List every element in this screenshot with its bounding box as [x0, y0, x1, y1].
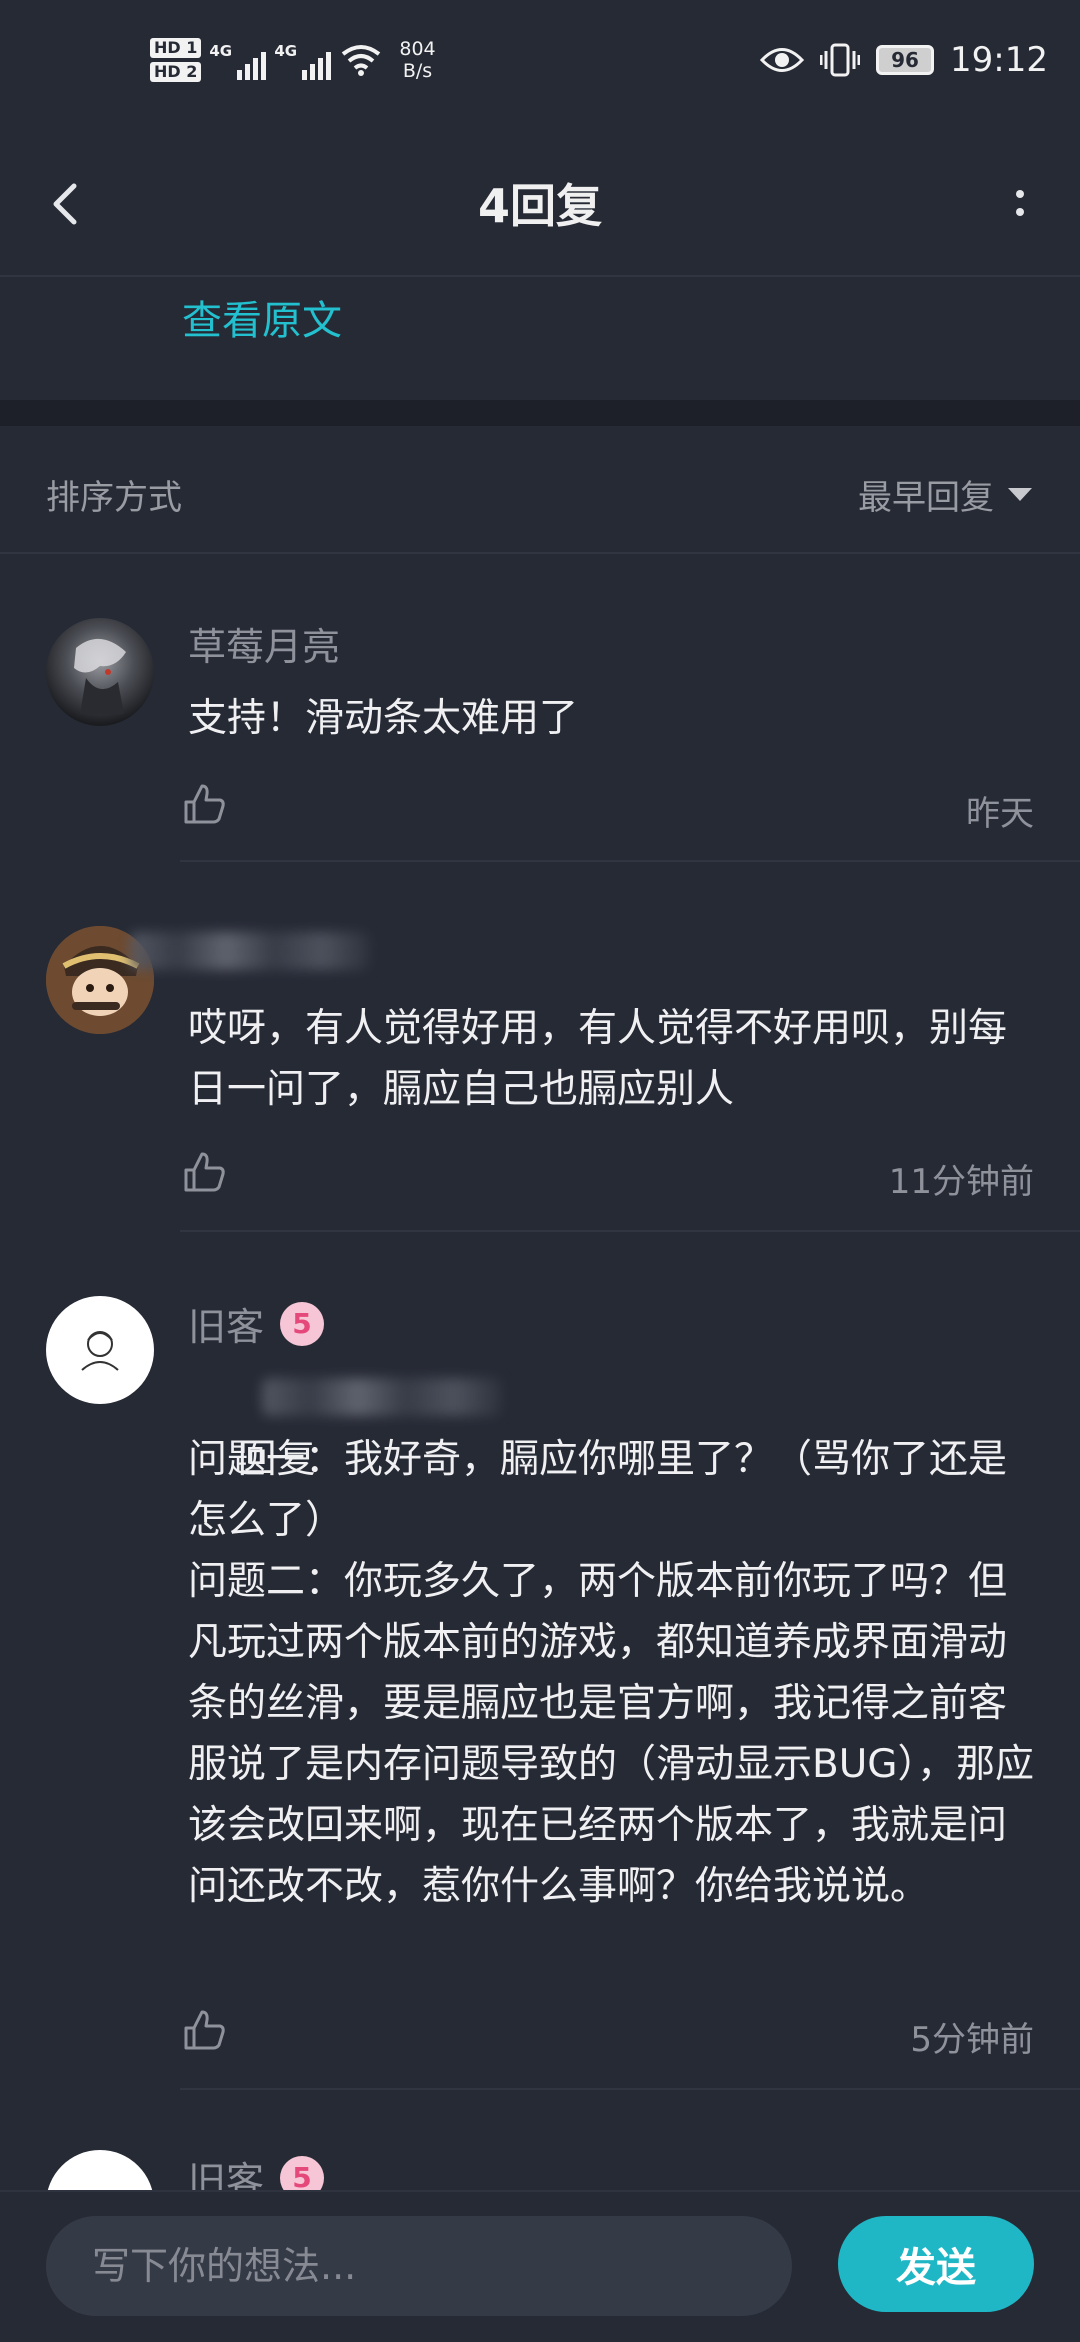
title-bar: 4回复: [0, 130, 1080, 277]
blurred-username: [130, 932, 370, 970]
hd2-badge: HD 2: [150, 62, 202, 82]
sort-bar: 排序方式 最早回复: [0, 426, 1080, 554]
view-original-link[interactable]: 查看原文: [182, 288, 342, 346]
signal-icon: 4G: [209, 40, 267, 80]
page-title: 4回复: [477, 179, 602, 233]
level-badge: 5: [280, 2155, 325, 2190]
speed-value: 804: [399, 38, 436, 60]
network-type-2: 4G: [274, 42, 298, 60]
clock: 19:12: [950, 40, 1048, 80]
network-speed: 804 B/s: [399, 38, 435, 82]
comment-author[interactable]: 旧客 5: [188, 2150, 325, 2190]
vibrate-icon: [820, 43, 861, 77]
comment-text: 哎呀，有人觉得好用，有人觉得不好用呗，别每日一问了，膈应自己也膈应别人: [188, 1006, 1008, 1112]
sort-dropdown[interactable]: 最早回复: [858, 470, 1032, 519]
comment-item: 旧客 5: [0, 2090, 1080, 2190]
comment-input[interactable]: [46, 2216, 792, 2316]
comment-time: 5分钟前: [910, 2020, 1034, 2060]
blurred-reply-target: [262, 1378, 502, 1416]
comment-time: 11分钟前: [888, 1162, 1034, 1202]
wifi-icon: [342, 45, 381, 76]
thumbs-up-icon[interactable]: [182, 782, 226, 826]
send-button[interactable]: 发送: [838, 2216, 1034, 2312]
network-type-1: 4G: [209, 42, 233, 60]
avatar[interactable]: [46, 1296, 154, 1404]
comment-time: 昨天: [966, 794, 1034, 834]
comment-text: 问题一：我好奇，膈应你哪里了？（骂你了还是怎么了） 问题二：你玩多久了，两个版本…: [188, 1437, 1035, 1909]
thumbs-up-icon[interactable]: [182, 2008, 226, 2052]
sort-label: 排序方式: [46, 478, 182, 518]
hd-indicators: HD 1 HD 2: [150, 38, 202, 82]
comment-item: 旧客 5 回复 问题一：我好奇，膈应你哪里了？（骂你了还是怎么了） 问题二：你玩…: [0, 1232, 1080, 2090]
author-name: 草莓月亮: [188, 625, 341, 669]
level-badge: 5: [280, 1301, 325, 1346]
status-bar: HD 1 HD 2 4G 4G 804 B/s 96 19:12: [0, 0, 1080, 130]
comment-input-wrapper: [46, 2216, 792, 2316]
comment-text: 支持！滑动条太难用了: [188, 696, 579, 741]
avatar[interactable]: [46, 2150, 154, 2190]
avatar[interactable]: [46, 618, 154, 726]
author-name: 旧客: [188, 1305, 265, 1349]
battery-icon: 96: [876, 45, 935, 75]
sort-value-label: 最早回复: [858, 478, 994, 518]
comment-composer: 发送: [0, 2190, 1080, 2342]
comment-author[interactable]: 草莓月亮: [188, 616, 340, 671]
comment-item: 草莓月亮 支持！滑动条太难用了 昨天: [0, 552, 1080, 862]
comment-author[interactable]: 旧客 5: [188, 1296, 325, 1351]
section-divider: [0, 400, 1080, 426]
caret-down-icon: [1008, 488, 1032, 501]
hd1-badge: HD 1: [150, 38, 202, 58]
author-name: 旧客: [188, 2159, 265, 2190]
more-vertical-icon[interactable]: [1000, 168, 1040, 238]
speed-unit: B/s: [402, 60, 433, 82]
thumbs-up-icon[interactable]: [182, 1150, 226, 1194]
comment-item: 哎呀，有人觉得好用，有人觉得不好用呗，别每日一问了，膈应自己也膈应别人 11分钟…: [0, 862, 1080, 1232]
eye-icon: [760, 48, 805, 72]
signal-icon-2: 4G: [274, 40, 332, 80]
